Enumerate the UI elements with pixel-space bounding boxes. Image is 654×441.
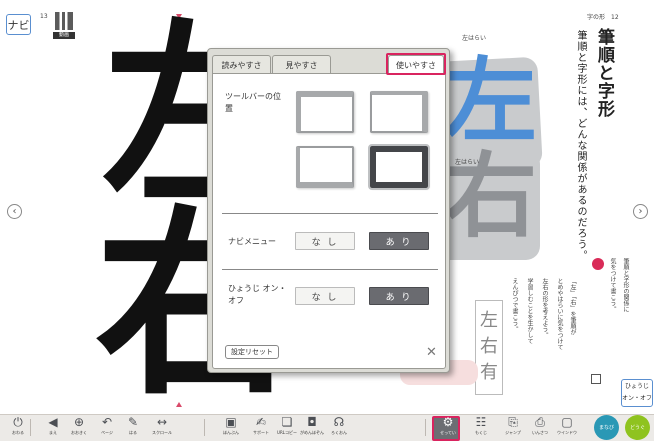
tab-visibility[interactable]: 見やすさ: [272, 55, 331, 74]
textbook-viewer: ナビ 13 動画 左 右 ‹ › 字の形 12 左 右 左はらい 左はらい 筆順と…: [0, 0, 654, 441]
paste-icon: ✎: [127, 415, 139, 429]
close-icon[interactable]: ✕: [426, 345, 437, 360]
toolbar-label: もくじ: [475, 430, 487, 435]
settings-icon: ⚙: [442, 415, 454, 429]
toolbar-label: がめんほぞん: [300, 430, 324, 435]
toolbar-separator: [204, 419, 205, 436]
hyoji-toggle-button[interactable]: ひょうじ オン・オフ: [621, 379, 653, 407]
toolbar-label: ジャンプ: [505, 430, 521, 435]
toolbar-button-contents[interactable]: ☷ もくじ: [465, 414, 497, 441]
toolbar-button-scroll[interactable]: ↔ スクロール: [146, 414, 178, 441]
power-icon: ⏻: [13, 415, 23, 429]
toolbar-button-microphone[interactable]: ☊ ろくおん: [323, 414, 355, 441]
next-page-arrow-icon[interactable]: ›: [633, 204, 648, 219]
window-icon: ▢: [561, 415, 573, 429]
qr-label: 動画: [53, 32, 75, 39]
contents-icon: ☷: [475, 415, 487, 429]
toolbar-position-bottom-left[interactable]: [296, 146, 354, 188]
toolbar-separator: [425, 419, 426, 436]
navi-button[interactable]: ナビ: [6, 14, 31, 35]
toolbar-label: おわる: [12, 430, 24, 435]
guide-text: 「左」「右」を筆順が: [569, 278, 576, 335]
hyoji-off-button[interactable]: な し: [295, 287, 355, 305]
toolbar-button-window[interactable]: ▢ ウインドウ: [551, 414, 583, 441]
guide-text: 左右の形を考えよう。: [541, 278, 548, 338]
toolbar-label: はる: [129, 430, 137, 435]
page-title: 筆順と字形: [594, 28, 614, 118]
previous-page-arrow-icon[interactable]: ‹: [7, 204, 22, 219]
settings-dialog: 読みやすさ 見やすさ 使いやすさ ツールバーの位置 ナビメニュー な し あ り…: [207, 48, 450, 373]
previous-page-icon: ◀: [48, 415, 58, 429]
tab-readability[interactable]: 読みやすさ: [212, 55, 271, 74]
toolbar-position-label: ツールバーの位置: [225, 92, 281, 113]
guide-text: とめやはらいに気をつけて: [556, 278, 563, 350]
practice-character: 左: [480, 310, 498, 331]
toolbar-label: URLコピー: [277, 430, 297, 435]
tab-highlight: [386, 53, 446, 75]
toolbar-label: ページ: [101, 430, 113, 435]
toolbar-button-settings[interactable]: ⚙ せってい: [432, 414, 464, 441]
page-number-right: 字の形 12: [587, 14, 619, 21]
guide-text: えんぴつで書こう。: [511, 278, 518, 332]
manabi-button[interactable]: まなび: [594, 415, 619, 440]
toolbar-position-top-right[interactable]: [370, 91, 428, 133]
toolbar-button-paste[interactable]: ✎ はる: [117, 414, 149, 441]
toolbar-label: おおきく: [71, 430, 87, 435]
toolbar-separator: [30, 419, 31, 436]
jump-icon: ⎘: [508, 415, 518, 429]
zoom-in-icon: ⊕: [73, 415, 85, 429]
toolbar-button-text-zoom[interactable]: ▣ ほんぶん: [215, 414, 247, 441]
navi-menu-label: ナビメニュー: [228, 237, 276, 246]
toolbar-label: スクロール: [152, 430, 172, 435]
divider: [222, 213, 438, 214]
reset-settings-button[interactable]: 設定リセット: [225, 345, 279, 359]
practice-character: 右: [480, 336, 498, 357]
qr-code-icon[interactable]: [55, 12, 73, 30]
toolbar-label: ほんぶん: [223, 430, 239, 435]
toolbar-label: せってい: [440, 430, 456, 435]
toolbar-label: ろくおん: [331, 430, 347, 435]
toolbar-label: いんさつ: [532, 430, 548, 435]
navi-menu-on-button[interactable]: あ り: [369, 232, 429, 250]
toolbar-label: サポート: [253, 430, 269, 435]
stroke-label: 左はらい: [462, 35, 487, 42]
scroll-icon: ↔: [156, 415, 168, 429]
toolbar-label: まえ: [49, 430, 57, 435]
text-zoom-icon: ▣: [225, 415, 237, 429]
navi-menu-off-button[interactable]: な し: [295, 232, 355, 250]
toolbar-position-top-left[interactable]: [296, 91, 354, 133]
guide-text: 学習しむことを生かして: [526, 278, 533, 344]
hyoji-label-1: ひょうじ: [624, 383, 649, 390]
hyoji-on-button[interactable]: あ り: [369, 287, 429, 305]
dougu-button[interactable]: どうぐ: [625, 415, 650, 440]
print-icon: ⎙: [535, 415, 545, 429]
ur-copy-icon: ❏: [281, 415, 293, 429]
self-check-box[interactable]: [591, 374, 601, 384]
guide-text: 筆順と字形の関係に: [622, 258, 629, 312]
hyoji-label-2: オン・オフ: [622, 395, 653, 402]
goal-badge-icon: [592, 258, 604, 270]
undo-icon: ↶: [101, 415, 113, 429]
divider: [222, 269, 438, 270]
guide-text: 気をつけて書こう。: [609, 258, 616, 312]
toolbar-position-bottom-selected[interactable]: [368, 144, 430, 190]
stroke-label: 左はらい: [455, 159, 480, 166]
camera-icon: ◘: [307, 415, 317, 429]
hyoji-setting-label: ひょうじ オン・オフ: [228, 284, 287, 305]
page-subtitle: 筆順と字形には、どんな関係があるのだろう。: [575, 30, 586, 261]
support-icon: ✍: [255, 415, 267, 429]
page-number-left: 13: [40, 13, 48, 20]
practice-character: 有: [480, 362, 498, 383]
toolbar-label: ウインドウ: [557, 430, 577, 435]
microphone-icon: ☊: [333, 415, 345, 429]
sample-character-blue: 左: [445, 47, 538, 155]
